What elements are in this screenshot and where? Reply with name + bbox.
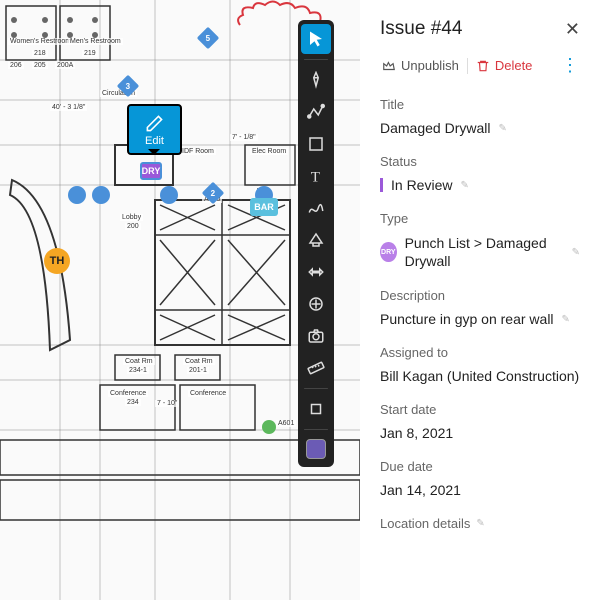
close-button[interactable]: ✕ (565, 19, 580, 40)
room-mens: Men's Restroom (68, 38, 123, 45)
trash-icon (476, 59, 490, 73)
assigned-label: Assigned to (380, 345, 580, 360)
edit-icon[interactable]: ✎ (562, 314, 570, 325)
room-219: 219 (82, 50, 98, 57)
tool-draw[interactable] (301, 193, 331, 223)
tool-shape[interactable] (301, 129, 331, 159)
tool-camera[interactable] (301, 321, 331, 351)
edit-icon[interactable]: ✎ (572, 247, 580, 258)
marker-pin-1[interactable] (68, 186, 86, 204)
edit-tooltip[interactable]: Edit (127, 104, 182, 155)
description-value: Puncture in gyp on rear wall (380, 311, 554, 327)
description-label: Description (380, 288, 580, 303)
room-coat1: Coat Rm (123, 358, 155, 365)
room-coat1-num: 234-1 (127, 367, 149, 374)
type-value: Punch List > Damaged Drywall (405, 234, 564, 270)
tool-highlight[interactable] (301, 225, 331, 255)
tool-select[interactable] (301, 24, 331, 54)
duedate-label: Due date (380, 459, 580, 474)
room-conf2: Conference (188, 390, 228, 397)
type-icon: DRY (380, 242, 397, 262)
title-value: Damaged Drywall (380, 120, 490, 136)
marker-th[interactable]: TH (44, 248, 70, 274)
assigned-value: Bill Kagan (United Construction) (380, 368, 579, 384)
room-a601: A601 (276, 420, 296, 427)
tool-color[interactable] (306, 439, 326, 459)
room-conf1-num: 234 (125, 399, 141, 406)
dim-710: 7 - 10" (155, 400, 179, 407)
dim-7: 7' - 1/8" (230, 134, 258, 141)
dim-40: 40' - 3 1/8" (50, 104, 87, 111)
tool-pen[interactable] (301, 65, 331, 95)
room-lobby: Lobby (120, 214, 143, 221)
edit-icon[interactable]: ✎ (460, 180, 468, 191)
title-label: Title (380, 97, 580, 112)
room-coat2-num: 201-1 (187, 367, 209, 374)
more-menu[interactable]: ⋮ (561, 55, 580, 76)
room-218: 218 (32, 50, 48, 57)
room-200a: 200A (55, 62, 75, 69)
edit-icon[interactable]: ✎ (476, 518, 484, 529)
delete-button[interactable]: Delete (474, 54, 535, 77)
tool-measure[interactable] (301, 353, 331, 383)
tool-divider-2 (304, 388, 328, 389)
crown-icon (382, 59, 396, 73)
room-elec: Elec Room (250, 148, 288, 155)
tool-crop[interactable] (301, 394, 331, 424)
marker-pin-3[interactable] (160, 186, 178, 204)
duedate-value: Jan 14, 2021 (380, 482, 461, 498)
marker-pin-2[interactable] (92, 186, 110, 204)
issue-panel: Issue #44 ✕ Unpublish Delete ⋮ Title Dam… (360, 0, 600, 600)
startdate-label: Start date (380, 402, 580, 417)
room-conf1: Conference (108, 390, 148, 397)
tool-divider-3 (304, 429, 328, 430)
marker-bar[interactable]: BAR (250, 198, 278, 216)
room-205: 205 (32, 62, 48, 69)
panel-title: Issue #44 (380, 18, 462, 40)
marker-green[interactable] (262, 420, 276, 434)
status-value: In Review (391, 177, 452, 193)
tool-divider (304, 59, 328, 60)
tool-stamp[interactable] (301, 257, 331, 287)
room-coat2: Coat Rm (183, 358, 215, 365)
edit-icon[interactable]: ✎ (498, 123, 506, 134)
tool-polyline[interactable] (301, 97, 331, 127)
divider (467, 58, 468, 74)
unpublish-button[interactable]: Unpublish (380, 54, 461, 77)
marker-dry[interactable]: DRY (140, 162, 162, 180)
room-206: 206 (8, 62, 24, 69)
status-indicator (380, 178, 383, 192)
startdate-value: Jan 8, 2021 (380, 425, 453, 441)
svg-text:T: T (311, 169, 320, 185)
location-label: Location details✎ (380, 516, 580, 531)
tool-text[interactable]: T (301, 161, 331, 191)
room-idf: IDF Room (180, 148, 216, 155)
room-lobby-num: 200 (125, 223, 141, 230)
tool-symbol[interactable] (301, 289, 331, 319)
pencil-icon (145, 114, 164, 133)
status-label: Status (380, 154, 580, 169)
room-womens: Women's Restroom (8, 38, 73, 45)
type-label: Type (380, 211, 580, 226)
markup-toolbar: T (298, 20, 334, 467)
